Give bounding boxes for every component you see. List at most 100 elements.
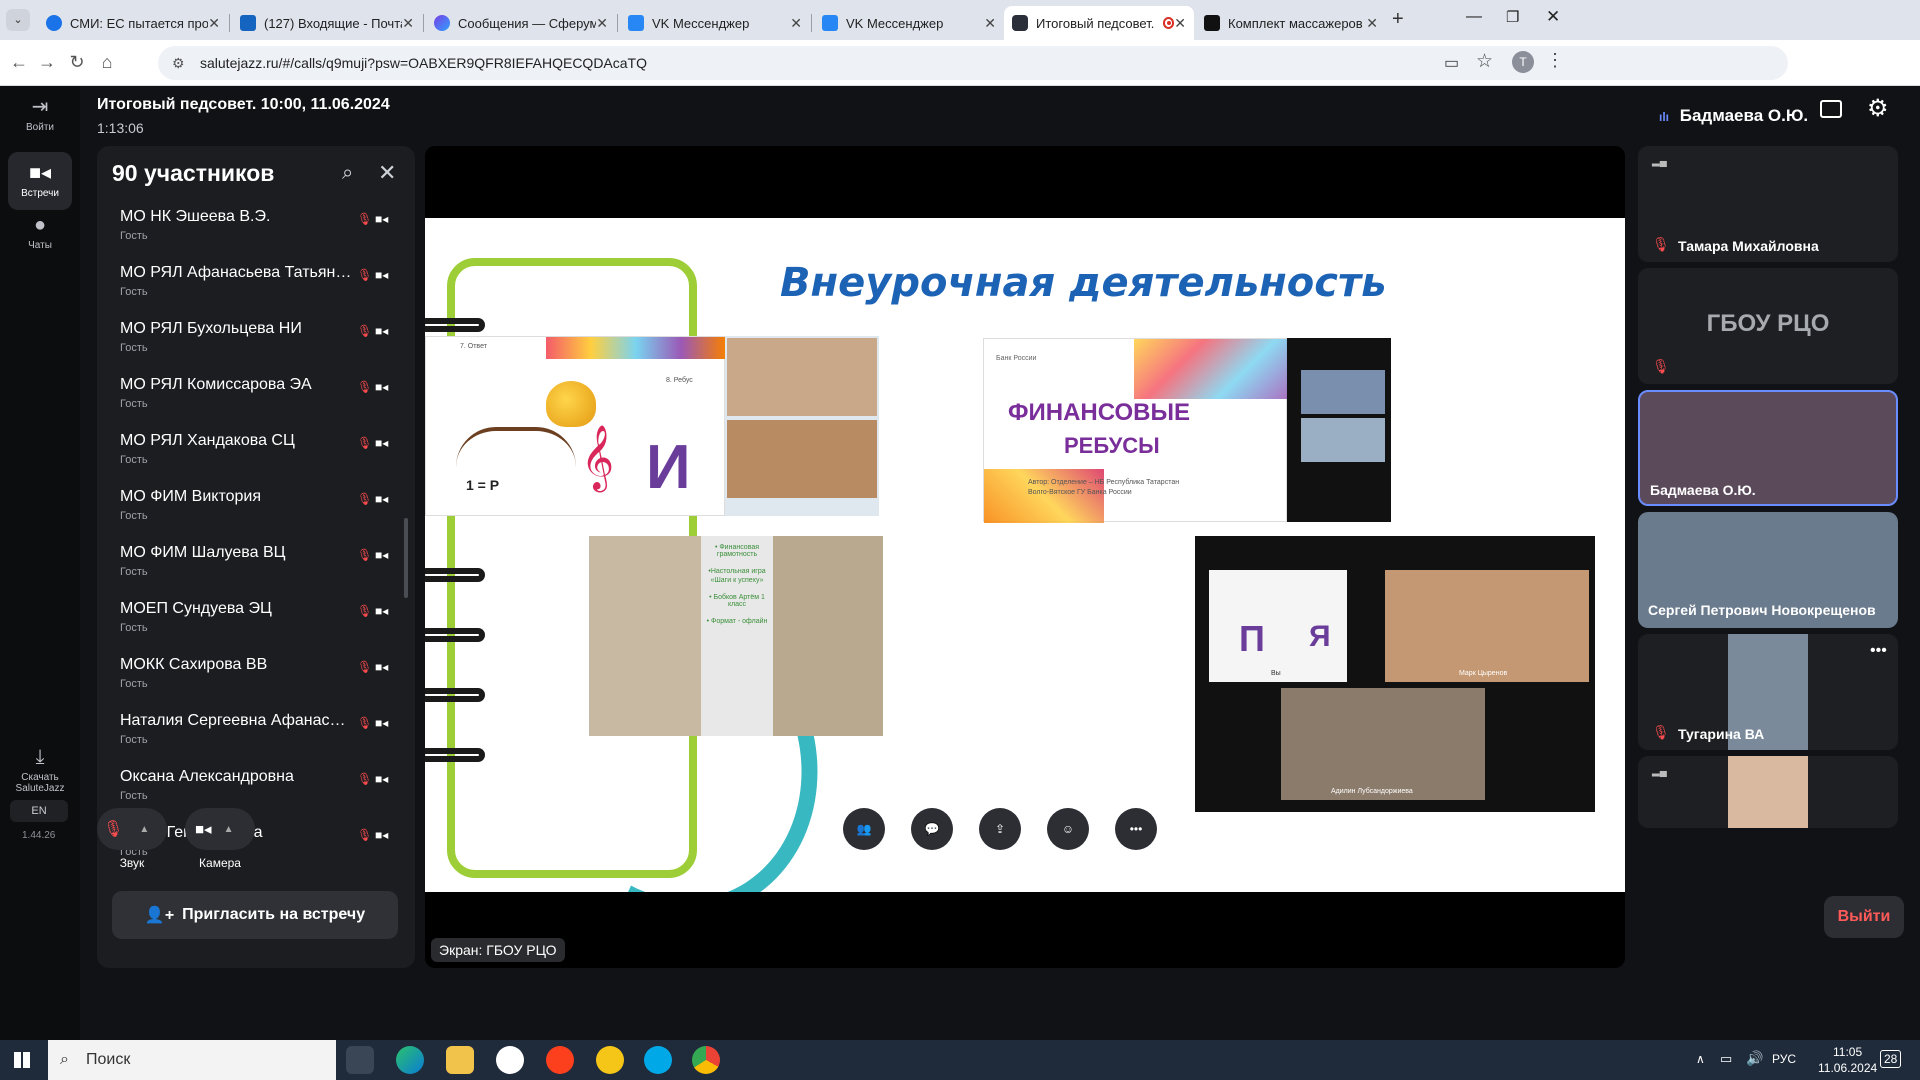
meeting-elapsed-time: 1:13:06 (97, 120, 144, 136)
participant-tile[interactable]: Сергей Петрович Новокрещенов (1638, 512, 1898, 628)
sound-button[interactable]: 🎙 ▲ Звук (92, 808, 172, 870)
participant-tile[interactable]: ГБОУ РЦО 🎙 (1638, 268, 1898, 384)
more-options-icon[interactable]: ••• (1870, 642, 1887, 660)
close-window-icon[interactable]: ✕ (1546, 7, 1560, 27)
participant-role: Гость (120, 622, 148, 634)
camera-indicator-icon[interactable]: ▭ (1444, 53, 1459, 73)
site-info-icon[interactable]: ⚙ (172, 46, 185, 80)
participant-row[interactable]: МОЕП Сундуева ЭЦ Гость 🎙 ■◂ (97, 594, 415, 650)
back-icon[interactable]: ← (8, 52, 30, 73)
participant-row[interactable]: МО НК Эшеева В.Э. Гость 🎙 ■◂ (97, 202, 415, 258)
participant-row[interactable]: МОКК Сахирова ВВ Гость 🎙 ■◂ (97, 650, 415, 706)
game-line: «Шаги к успеху» (710, 577, 764, 584)
new-tab-icon[interactable]: + (1392, 8, 1404, 31)
muted-mic-icon: 🎙 (357, 268, 373, 282)
settings-gear-icon[interactable]: ⚙ (1867, 94, 1889, 123)
tab-close-icon[interactable]: ✕ (208, 15, 220, 32)
yandex-icon[interactable] (546, 1046, 574, 1074)
network-icon[interactable]: ▭ (1720, 1051, 1732, 1067)
rail-login[interactable]: ⇥ Войти (8, 86, 72, 144)
add-person-icon: 👤+ (144, 907, 175, 924)
signal-icon: ▂▄ (1652, 766, 1667, 777)
rail-download[interactable]: ⤓ Скачать SaluteJazz (8, 738, 72, 800)
taskbar-search[interactable]: ⌕ Поиск (48, 1040, 336, 1080)
rail-chats[interactable]: ● Чаты (8, 206, 72, 264)
participant-role: Гость (120, 454, 148, 466)
beeline-icon[interactable] (596, 1046, 624, 1074)
tray-chevron-icon[interactable]: ∧ (1696, 1052, 1705, 1066)
participant-row[interactable]: МО РЯЛ Хандакова СЦ Гость 🎙 ■◂ (97, 426, 415, 482)
bookmark-star-icon[interactable]: ☆ (1476, 50, 1493, 73)
yandex-browser-icon[interactable] (496, 1046, 524, 1074)
tab-favicon-icon (46, 15, 62, 31)
scrollbar[interactable] (404, 518, 408, 598)
tab-close-icon[interactable]: ✕ (1174, 15, 1186, 32)
participant-tile[interactable]: ▂▄ (1638, 756, 1898, 828)
system-clock[interactable]: 11:05 11.06.2024 (1818, 1044, 1877, 1076)
participant-tile-active[interactable]: Бадмаева О.Ю. (1638, 390, 1898, 506)
browser-tab[interactable]: VK Мессенджер ✕ (814, 6, 1004, 40)
reload-icon[interactable]: ↻ (66, 52, 88, 73)
tab-close-icon[interactable]: ✕ (1366, 15, 1378, 32)
browser-menu-icon[interactable]: ⋮ (1546, 50, 1564, 71)
video-call-screenshot (725, 336, 879, 516)
task-view-icon[interactable] (346, 1046, 374, 1074)
left-rail: ⇥ Войти ■◂ Встречи ● Чаты ⤓ Скачать Salu… (0, 86, 80, 1040)
profile-avatar[interactable]: T (1512, 51, 1534, 73)
participant-row[interactable]: МО РЯЛ Бухольцева НИ Гость 🎙 ■◂ (97, 314, 415, 370)
chevron-up-icon[interactable]: ▲ (139, 824, 149, 835)
participant-role: Гость (120, 734, 148, 746)
tab-close-icon[interactable]: ✕ (984, 15, 996, 32)
chrome-icon[interactable] (692, 1046, 720, 1074)
url-field[interactable]: ⚙ salutejazz.ru/#/calls/q9muji?psw=OABXE… (158, 46, 1788, 80)
browser-tab[interactable]: СМИ: ЕС пытается продлить п ✕ (38, 6, 228, 40)
notifications-icon[interactable]: 28 (1880, 1050, 1902, 1068)
financial-author-2: Волго-Вятское ГУ Банка России (1028, 489, 1132, 496)
search-icon[interactable]: ⌕ (342, 162, 353, 185)
participant-row[interactable]: МО ФИМ Виктория Гость 🎙 ■◂ (97, 482, 415, 538)
participant-row[interactable]: МО РЯЛ Комиссарова ЭА Гость 🎙 ■◂ (97, 370, 415, 426)
chevron-up-icon[interactable]: ▲ (224, 824, 234, 835)
participant-tile[interactable]: ▂▄ 🎙 Тамара Михайловна (1638, 146, 1898, 262)
exit-button[interactable]: Выйти (1824, 896, 1904, 938)
tab-list-button[interactable]: ⌄ (6, 9, 30, 31)
participant-row[interactable]: Наталия Сергеевна Афанасьева Гость 🎙 ■◂ (97, 706, 415, 762)
restore-icon[interactable]: ❐ (1506, 8, 1519, 26)
participant-tile[interactable]: ••• 🎙 Тугарина ВА (1638, 634, 1898, 750)
close-icon[interactable]: ✕ (378, 160, 396, 186)
volume-icon[interactable]: 🔊 (1746, 1050, 1763, 1067)
browser-tab[interactable]: (127) Входящие - Почта Mail.ru ✕ (232, 6, 422, 40)
browser-tab[interactable]: VK Мессенджер ✕ (620, 6, 810, 40)
tab-close-icon[interactable]: ✕ (402, 15, 414, 32)
game-line: • Финансовая грамотность (714, 544, 760, 558)
rail-meetings-label: Встречи (21, 188, 59, 199)
board-game-photo-right (773, 536, 883, 736)
participant-row[interactable]: МО РЯЛ Афанасьева Татьяна Михайловна Гост… (97, 258, 415, 314)
tab-close-icon[interactable]: ✕ (790, 15, 802, 32)
forward-icon[interactable]: → (36, 52, 58, 73)
language-switch[interactable]: EN (10, 800, 68, 822)
skype-icon[interactable] (644, 1046, 672, 1074)
camera-button[interactable]: ■◂ ▲ Камера (180, 808, 260, 870)
windows-start-icon[interactable] (14, 1052, 30, 1068)
invite-button[interactable]: 👤+ Пригласить на встречу (112, 891, 398, 939)
browser-tab[interactable]: Сообщения — Сферум ✕ (426, 6, 616, 40)
reactions-label: Реакции (1044, 856, 1092, 870)
muted-mic-icon: 🎙 (357, 772, 373, 786)
browser-tab-active[interactable]: Итоговый педсовет. 10:00 ✕ (1004, 6, 1194, 40)
browser-tab[interactable]: Комплект массажеров для ли ✕ (1196, 6, 1386, 40)
participant-row[interactable]: МО ФИМ Шалуева ВЦ Гость 🎙 ■◂ (97, 538, 415, 594)
file-explorer-icon[interactable] (446, 1046, 474, 1074)
keyboard-language[interactable]: РУС (1772, 1052, 1796, 1066)
edge-icon[interactable] (396, 1046, 424, 1074)
layout-icon[interactable] (1820, 100, 1842, 118)
colored-cubes-decoration (546, 337, 726, 359)
rail-meetings[interactable]: ■◂ Встречи (8, 152, 72, 210)
more-button[interactable]: ••• Прочее (1096, 808, 1176, 870)
minimize-icon[interactable]: — (1466, 8, 1482, 26)
tab-close-icon[interactable]: ✕ (596, 15, 608, 32)
windows-taskbar: ⌕ Поиск ∧ ▭ 🔊 РУС 11:05 11.06.2024 28 (0, 1040, 1920, 1080)
home-icon[interactable]: ⌂ (96, 52, 118, 73)
rebus-corner-left: 7. Ответ (460, 343, 487, 350)
treble-clef-icon: 𝄞 (581, 425, 615, 488)
